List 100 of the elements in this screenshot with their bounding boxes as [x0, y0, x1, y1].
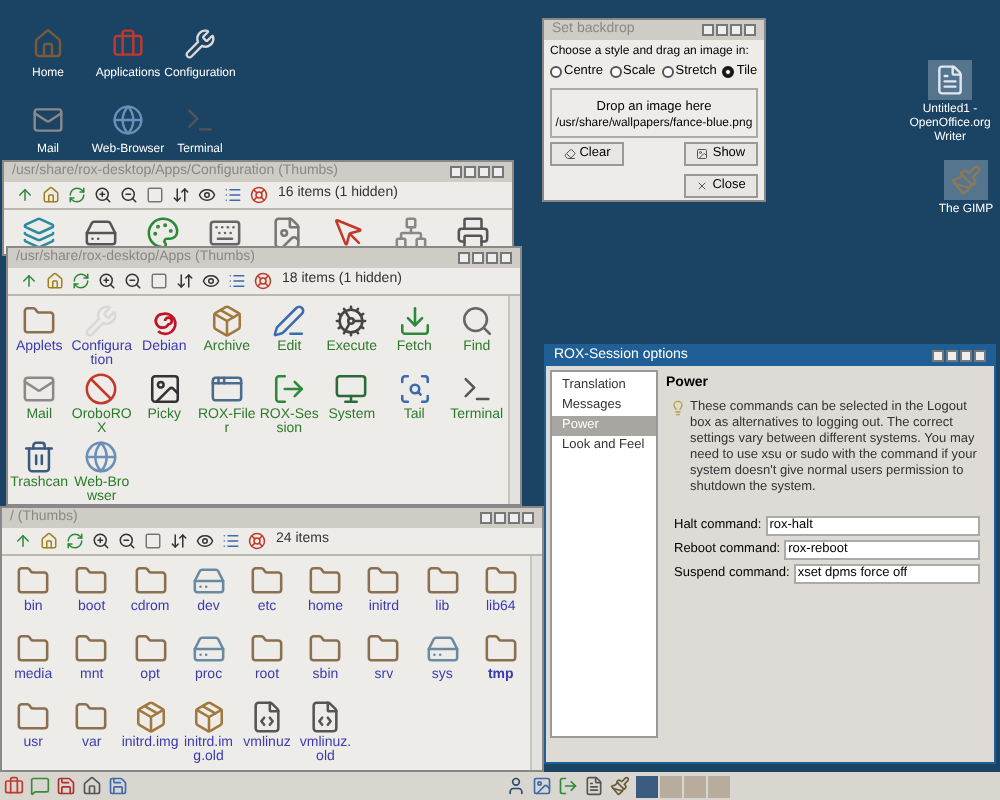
folder-icon: [74, 563, 109, 597]
broom-icon: [563, 148, 576, 160]
chat-icon[interactable]: [30, 776, 50, 796]
palette-icon[interactable]: [146, 216, 180, 250]
eye-icon[interactable]: [196, 185, 216, 205]
minimize-button[interactable]: [464, 166, 476, 178]
up-arrow-icon[interactable]: [14, 185, 34, 205]
globe-icon: [84, 439, 119, 473]
globe-icon: [112, 104, 144, 136]
refresh-icon[interactable]: [66, 185, 86, 205]
zoom-in-icon[interactable]: [96, 271, 116, 291]
folder-icon: [133, 631, 168, 665]
package-icon: [209, 303, 244, 337]
workspace-pager-cell[interactable]: [636, 775, 658, 797]
scrollbar[interactable]: [508, 296, 520, 504]
zoom-out-icon[interactable]: [118, 185, 138, 205]
home-icon[interactable]: [44, 271, 64, 291]
lifebuoy-icon[interactable]: [246, 531, 266, 551]
exit-icon: [272, 371, 307, 405]
zoom-out-icon[interactable]: [122, 271, 142, 291]
folder-icon: [74, 699, 109, 733]
minimize-button[interactable]: [472, 252, 484, 264]
drive-icon: [191, 631, 226, 665]
network-icon[interactable]: [394, 216, 428, 250]
printer-icon[interactable]: [456, 216, 490, 250]
package-icon: [191, 699, 226, 733]
refresh-icon[interactable]: [64, 531, 84, 551]
layers-icon[interactable]: [22, 216, 56, 250]
lifebuoy-icon[interactable]: [248, 185, 268, 205]
maximize-button[interactable]: [960, 350, 972, 362]
drive-icon[interactable]: [84, 216, 118, 250]
exit-icon[interactable]: [558, 776, 578, 796]
paintbrush-icon[interactable]: [610, 776, 630, 796]
image-icon[interactable]: [532, 776, 552, 796]
file-icon[interactable]: [334, 300, 369, 340]
eye-icon[interactable]: [200, 271, 220, 291]
refresh-icon[interactable]: [70, 271, 90, 291]
sort-icon[interactable]: [168, 531, 188, 551]
zoom-out-icon[interactable]: [116, 531, 136, 551]
shade-button[interactable]: [450, 166, 462, 178]
sort-icon[interactable]: [174, 271, 194, 291]
maximize-button[interactable]: [508, 512, 520, 524]
shade-button[interactable]: [458, 252, 470, 264]
close-button[interactable]: [744, 24, 756, 36]
file-icon[interactable]: [272, 300, 307, 340]
scrollbar[interactable]: [530, 556, 542, 770]
keyboard-icon[interactable]: [208, 216, 242, 250]
shade-button[interactable]: [480, 512, 492, 524]
shade-button[interactable]: [702, 24, 714, 36]
desktop-icon[interactable]: [928, 60, 972, 100]
folder-icon: [133, 563, 168, 597]
file-icon[interactable]: [308, 696, 343, 736]
document-icon: [934, 64, 966, 96]
house-icon[interactable]: [82, 776, 102, 796]
lifebuoy-icon[interactable]: [252, 271, 272, 291]
file-icon[interactable]: [22, 436, 57, 476]
square-icon[interactable]: [142, 531, 162, 551]
close-button[interactable]: [500, 252, 512, 264]
magnifier-icon: [397, 371, 432, 405]
binary-file-icon: [249, 699, 284, 733]
user-icon[interactable]: [506, 776, 526, 796]
up-arrow-icon[interactable]: [12, 531, 32, 551]
zoom-in-icon[interactable]: [92, 185, 112, 205]
workspace-pager-cell[interactable]: [708, 775, 730, 797]
toolbox-icon[interactable]: [4, 776, 24, 796]
zoom-in-icon[interactable]: [90, 531, 110, 551]
pointer-icon[interactable]: [332, 216, 366, 250]
sort-icon[interactable]: [170, 185, 190, 205]
maximize-button[interactable]: [486, 252, 498, 264]
shade-button[interactable]: [932, 350, 944, 362]
binary-file-icon: [308, 699, 343, 733]
square-icon[interactable]: [144, 185, 164, 205]
workspace-pager-cell[interactable]: [660, 775, 682, 797]
maximize-button[interactable]: [478, 166, 490, 178]
folder-icon: [249, 631, 284, 665]
folder-icon: [483, 631, 518, 665]
home-icon[interactable]: [38, 531, 58, 551]
eye-icon[interactable]: [194, 531, 214, 551]
square-icon[interactable]: [148, 271, 168, 291]
up-arrow-icon[interactable]: [18, 271, 38, 291]
minimize-button[interactable]: [716, 24, 728, 36]
document-icon[interactable]: [584, 776, 604, 796]
minimize-button[interactable]: [946, 350, 958, 362]
workspace-pager-cell[interactable]: [684, 775, 706, 797]
picture-file-icon[interactable]: [270, 216, 304, 250]
close-button[interactable]: [492, 166, 504, 178]
close-button[interactable]: [974, 350, 986, 362]
disk-icon[interactable]: [56, 776, 76, 796]
folder-icon: [16, 631, 51, 665]
maximize-button[interactable]: [730, 24, 742, 36]
minimize-button[interactable]: [494, 512, 506, 524]
close-button[interactable]: [522, 512, 534, 524]
file-icon[interactable]: [249, 696, 284, 736]
paintbrush-icon: [950, 164, 982, 196]
window-icon: [209, 371, 244, 405]
folder-icon: [74, 631, 109, 665]
file-icon[interactable]: [84, 368, 119, 408]
radio-circle[interactable]: [722, 66, 735, 78]
home-icon[interactable]: [40, 185, 60, 205]
floppy-icon[interactable]: [108, 776, 128, 796]
